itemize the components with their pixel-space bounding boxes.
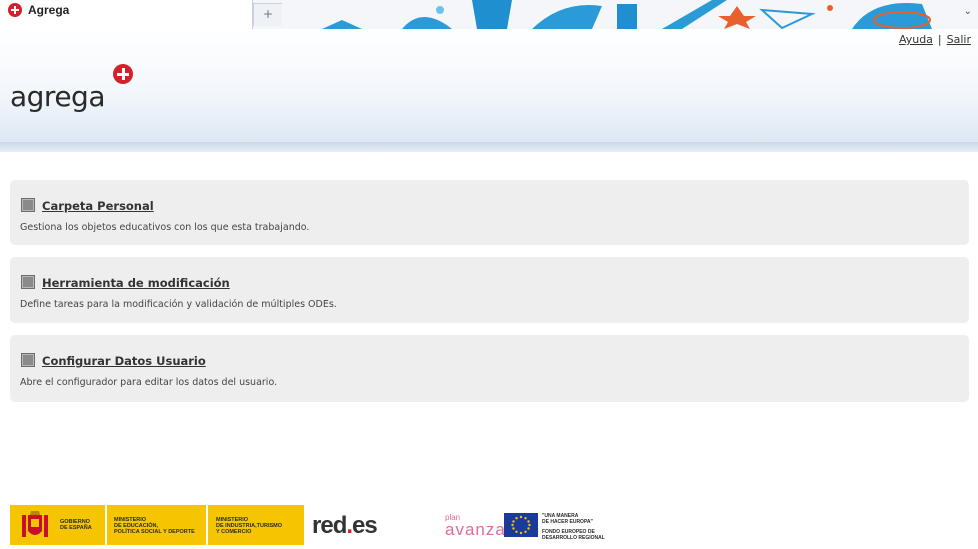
eu-flag-icon [504,513,538,537]
user-settings-square-icon [21,353,35,367]
folder-square-icon [21,198,35,212]
ministerio-line: POLÍTICA SOCIAL Y DEPORTE [114,529,195,535]
decorative-banner [282,0,947,29]
ministerio-line: Y COMERCIO [216,529,252,535]
agrega-favicon-icon [8,3,22,17]
page-header [0,29,978,143]
tab-list-chevron-icon[interactable]: ⌄ [964,6,972,17]
redes-part2: es [352,512,378,539]
carpeta-personal-link[interactable]: Carpeta Personal [42,199,154,213]
new-tab-button[interactable]: + [253,3,283,26]
browser-tab-strip: Agrega + ⌄ [0,0,978,30]
gobierno-line: DE ESPAÑA [60,525,92,531]
exit-link[interactable]: Salir [947,33,971,46]
eu-line: DESARROLLO REGIONAL [542,535,605,541]
panel-description: Gestiona los objetos educativos con los … [20,222,310,233]
configurar-datos-usuario-link[interactable]: Configurar Datos Usuario [42,354,206,368]
browser-tab[interactable]: Agrega [0,0,253,29]
eu-fund-text: "UNA MANERA DE HACER EUROPA" FONDO EUROP… [542,513,605,541]
coat-of-arms-icon [22,511,48,537]
panel-description: Define tareas para la modificación y val… [20,299,337,310]
panel-carpeta-personal: Carpeta Personal Gestiona los objetos ed… [10,180,969,245]
panel-description: Abre el configurador para editar los dat… [20,377,278,388]
plan-avanza-logo: avanza [445,520,506,539]
herramienta-modificacion-link[interactable]: Herramienta de modificación [42,276,230,290]
gobierno-espana-logo: GOBIERNO DE ESPAÑA [10,505,105,545]
help-link[interactable]: Ayuda [899,33,933,46]
agrega-logo[interactable]: agrega [10,80,106,113]
browser-tab-title: Agrega [28,3,70,17]
top-links: Ayuda | Salir [899,33,971,46]
panel-herramienta-modificacion: Herramienta de modificación Define tarea… [10,257,969,323]
red-es-logo: red.es [312,512,378,540]
header-divider [0,142,978,152]
link-separator: | [937,33,942,46]
footer-logos: GOBIERNO DE ESPAÑA MINISTERIO DE EDUCACI… [10,505,710,545]
panel-configurar-datos-usuario: Configurar Datos Usuario Abre el configu… [10,335,969,402]
redes-part1: red [312,512,347,539]
ministerio-industria-logo: MINISTERIO DE INDUSTRIA,TURISMO Y COMERC… [208,505,304,545]
ministerio-educacion-logo: MINISTERIO DE EDUCACIÓN, POLÍTICA SOCIAL… [107,505,206,545]
agrega-logo-icon [113,64,133,84]
tool-square-icon [21,275,35,289]
